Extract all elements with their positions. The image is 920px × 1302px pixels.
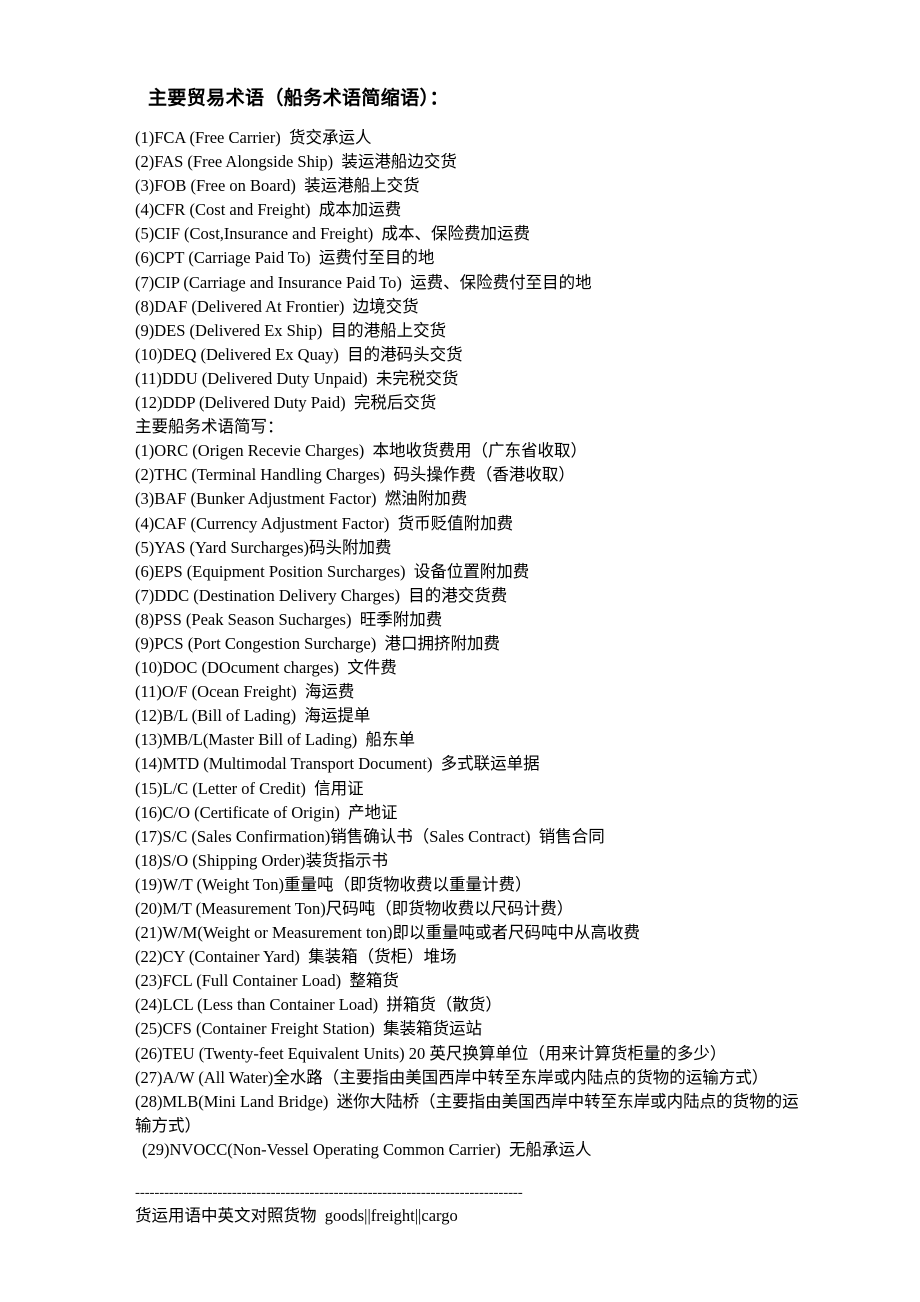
- trade-term-item: (4)CFR (Cost and Freight) 成本加运费: [135, 200, 402, 220]
- trade-term-item: (3)FOB (Free on Board) 装运港船上交货: [135, 176, 420, 196]
- shipping-term-item: (7)DDC (Destination Delivery Charges) 目的…: [135, 585, 508, 605]
- trade-term-item: (10)DEQ (Delivered Ex Quay) 目的港码头交货: [135, 344, 463, 364]
- shipping-term-item: (22)CY (Container Yard) 集装箱（货柜）堆场: [135, 947, 457, 967]
- shipping-term-item: (28)MLB(Mini Land Bridge) 迷你大陆桥（主要指由美国西岸…: [135, 1091, 799, 1135]
- shipping-term-item: (29)NVOCC(Non-Vessel Operating Common Ca…: [142, 1139, 592, 1159]
- shipping-terms-list: (1)ORC (Origen Recevie Charges) 本地收货费用（广…: [135, 439, 800, 1162]
- shipping-term-item: (16)C/O (Certificate of Origin) 产地证: [135, 802, 398, 822]
- document-footer: ----------------------------------------…: [135, 1184, 800, 1228]
- footer-text: 货运用语中英文对照货物 goods||freight||cargo: [135, 1206, 458, 1226]
- shipping-term-item: (10)DOC (DOcument charges) 文件费: [135, 658, 397, 678]
- shipping-term-item: (4)CAF (Currency Adjustment Factor) 货币贬值…: [135, 513, 514, 533]
- shipping-term-item: (26)TEU (Twenty-feet Equivalent Units) 2…: [135, 1043, 727, 1063]
- page-title: 主要贸易术语（船务术语简缩语）：: [148, 88, 449, 109]
- shipping-term-item: (27)A/W (All Water)全水路（主要指由美国西岸中转至东岸或内陆点…: [135, 1067, 769, 1087]
- shipping-term-item: (9)PCS (Port Congestion Surcharge) 港口拥挤附…: [135, 633, 500, 653]
- shipping-term-item: (12)B/L (Bill of Lading) 海运提单: [135, 706, 371, 726]
- trade-term-item: (6)CPT (Carriage Paid To) 运费付至目的地: [135, 248, 435, 268]
- shipping-term-item: (11)O/F (Ocean Freight) 海运费: [135, 682, 355, 702]
- shipping-term-item: (1)ORC (Origen Recevie Charges) 本地收货费用（广…: [135, 441, 588, 461]
- document-page: 主要贸易术语（船务术语简缩语）： (1)FCA (Free Carrier) 货…: [0, 0, 920, 1302]
- trade-term-item: (2)FAS (Free Alongside Ship) 装运港船边交货: [135, 152, 457, 172]
- shipping-term-item: (17)S/C (Sales Confirmation)销售确认书（Sales …: [135, 826, 605, 846]
- shipping-term-item: (23)FCL (Full Container Load) 整箱货: [135, 971, 399, 991]
- shipping-term-item: (6)EPS (Equipment Position Surcharges) 设…: [135, 561, 530, 581]
- shipping-term-item: (15)L/C (Letter of Credit) 信用证: [135, 778, 364, 798]
- trade-term-item: (5)CIF (Cost,Insurance and Freight) 成本、保…: [135, 224, 531, 244]
- trade-term-item: (11)DDU (Delivered Duty Unpaid) 未完税交货: [135, 368, 459, 388]
- trade-terms-list: (1)FCA (Free Carrier) 货交承运人 (2)FAS (Free…: [135, 126, 800, 415]
- shipping-term-item: (19)W/T (Weight Ton)重量吨（即货物收费以重量计费）: [135, 874, 532, 894]
- shipping-term-item: (5)YAS (Yard Surcharges)码头附加费: [135, 537, 392, 557]
- trade-term-item: (7)CIP (Carriage and Insurance Paid To) …: [135, 272, 592, 292]
- shipping-term-item: (14)MTD (Multimodal Transport Document) …: [135, 754, 540, 774]
- shipping-term-item: (2)THC (Terminal Handling Charges) 码头操作费…: [135, 465, 575, 485]
- section-label-shipping-terms: 主要船务术语简写：: [135, 417, 284, 437]
- trade-term-item: (9)DES (Delivered Ex Ship) 目的港船上交货: [135, 320, 447, 340]
- shipping-term-item: (8)PSS (Peak Season Sucharges) 旺季附加费: [135, 609, 443, 629]
- trade-term-item: (12)DDP (Delivered Duty Paid) 完税后交货: [135, 393, 437, 413]
- trade-term-item: (8)DAF (Delivered At Frontier) 边境交货: [135, 296, 419, 316]
- shipping-term-item: (21)W/M(Weight or Measurement ton)即以重量吨或…: [135, 923, 641, 943]
- separator-rule: ----------------------------------------…: [135, 1185, 523, 1202]
- shipping-term-item: (24)LCL (Less than Container Load) 拼箱货（散…: [135, 995, 502, 1015]
- shipping-term-item: (18)S/O (Shipping Order)装货指示书: [135, 850, 388, 870]
- shipping-term-item: (25)CFS (Container Freight Station) 集装箱货…: [135, 1019, 482, 1039]
- shipping-term-item: (20)M/T (Measurement Ton)尺码吨（即货物收费以尺码计费）: [135, 899, 574, 918]
- shipping-term-item: (13)MB/L(Master Bill of Lading) 船东单: [135, 730, 416, 750]
- trade-term-item: (1)FCA (Free Carrier) 货交承运人: [135, 128, 372, 147]
- document-body: 主要贸易术语（船务术语简缩语）： (1)FCA (Free Carrier) 货…: [135, 84, 800, 1228]
- shipping-term-item: (3)BAF (Bunker Adjustment Factor) 燃油附加费: [135, 489, 468, 509]
